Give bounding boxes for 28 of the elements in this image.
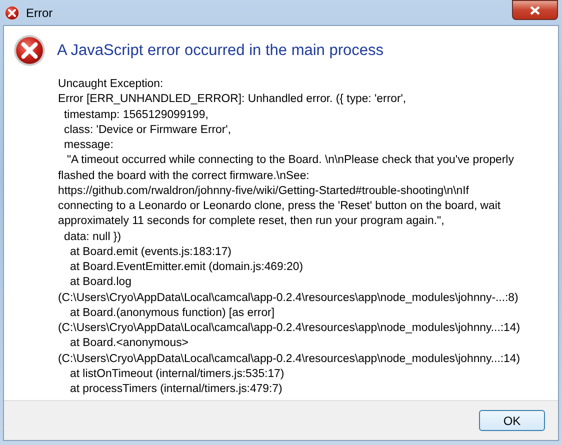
close-icon — [530, 6, 540, 14]
window-title: Error — [26, 4, 53, 22]
message-line: https://github.com/rwaldron/johnny-five/wiki/Getting-Started#trouble-shooting\n\nIf — [58, 184, 470, 199]
error-heading: A JavaScript error occurred in the main process — [57, 40, 384, 61]
message-line: at Board.emit (events.js:183:17) — [69, 244, 232, 260]
error-icon — [4, 4, 20, 20]
message-line: at Board.<anonymous> — [69, 336, 190, 352]
message-line: at Board.EventEmitter.emit (domain.js:469:20) — [69, 260, 304, 275]
message-line: approximately 11 seconds for complete reset, then run your program again.", — [58, 214, 446, 230]
message-line: flashed the board with the correct firmware.\nSee: — [58, 168, 310, 184]
error-icon — [13, 34, 46, 67]
close-button[interactable] — [512, 0, 558, 20]
message-line: timestamp: 1565129099199, — [63, 108, 210, 122]
message-line: "A timeout occurred while connecting to the Board. \n\nPlease check that you've properly — [66, 153, 515, 168]
message-line: at processTimers (internal/timers.js:479:7) — [69, 382, 284, 397]
ok-button[interactable]: OK — [479, 410, 545, 431]
message-line: class: 'Device or Firmware Error', — [63, 122, 232, 138]
message-line: Uncaught Exception: — [58, 77, 164, 92]
message-line: (C:\Users\Cryo\AppData\Local\camcal\app-0.2.4\resources\app\node_modules\johnny...:14) — [58, 321, 521, 336]
message-line: Error [ERR_UNHANDLED_ERROR]: Unhandled error. ({ type: 'error', — [58, 92, 408, 108]
message-line: (C:\Users\Cryo\AppData\Local\camcal\app-0.2.4\resources\app\node_modules\johnny-...:8) — [58, 290, 520, 306]
message-line: at listOnTimeout (internal/timers.js:535:17) — [69, 366, 286, 382]
message-line: at Board.(anonymous function) [as error] — [69, 306, 276, 321]
message-line: (C:\Users\Cryo\AppData\Local\camcal\app-0.2.4\resources\app\node_modules\johnny...:14) — [58, 352, 521, 366]
message-line: data: null }) — [63, 230, 122, 244]
message-line: message: — [63, 138, 114, 153]
message-line: connecting to a Leonardo or Leonardo clone, press the 'Reset' button on the board, wait — [58, 199, 502, 214]
message-line: at Board.log — [69, 275, 132, 290]
